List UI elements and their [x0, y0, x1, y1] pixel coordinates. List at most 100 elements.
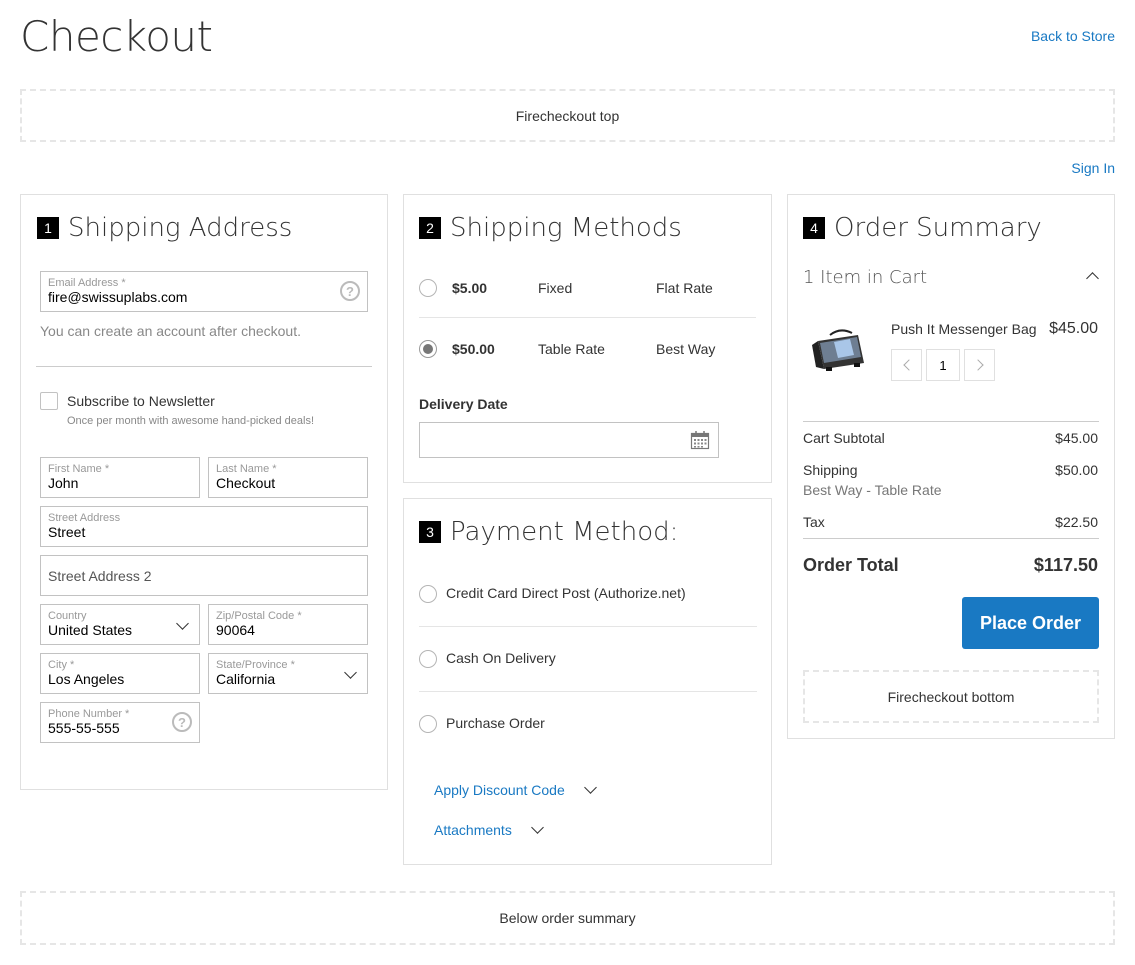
newsletter-label[interactable]: Subscribe to Newsletter: [67, 393, 215, 409]
order-summary-panel: 4 Order Summary 1 Item in Cart Push It M…: [787, 194, 1115, 739]
last-name-value: Checkout: [216, 475, 276, 491]
city-field[interactable]: City * Los Angeles: [40, 653, 200, 694]
firecheckout-bottom-block: Firecheckout bottom: [803, 670, 1099, 723]
payment-radio-cash-on-delivery[interactable]: [419, 650, 437, 668]
cart-subtotal-value: $45.00: [1055, 430, 1098, 446]
step-number: 2: [419, 217, 441, 239]
first-name-value: John: [48, 475, 79, 491]
product-image: [812, 329, 864, 371]
account-note: You can create an account after checkout…: [40, 323, 301, 339]
city-value: Los Angeles: [48, 671, 125, 687]
divider: [419, 317, 756, 318]
attachments-link[interactable]: Attachments: [434, 822, 512, 838]
shipping-method-name: Table Rate: [538, 341, 605, 357]
phone-label: Phone Number *: [48, 708, 130, 720]
chevron-up-icon[interactable]: [1086, 272, 1099, 285]
calendar-icon[interactable]: [690, 430, 710, 450]
order-total-label: Order Total: [803, 555, 899, 575]
chevron-left-icon: [902, 359, 915, 371]
product-price: $45.00: [1049, 320, 1098, 337]
shipping-address-heading: 1 Shipping Address: [37, 213, 292, 243]
state-select[interactable]: State/Province * California: [208, 653, 368, 694]
zip-field[interactable]: Zip/Postal Code * 90064: [208, 604, 368, 645]
country-value: United States: [48, 622, 133, 638]
street-2-field[interactable]: Street Address 2: [40, 555, 368, 596]
delivery-date-label: Delivery Date: [419, 396, 508, 412]
cart-subtotal-label: Cart Subtotal: [803, 430, 885, 446]
help-icon[interactable]: ?: [172, 712, 192, 732]
street-field[interactable]: Street Address Street: [40, 506, 368, 547]
delivery-date-input[interactable]: [419, 422, 719, 458]
country-label: Country: [48, 610, 87, 622]
country-select[interactable]: Country United States: [40, 604, 200, 645]
payment-option-label[interactable]: Cash On Delivery: [446, 650, 556, 666]
order-total-value: $117.50: [1033, 555, 1098, 575]
firecheckout-top-block: Firecheckout top: [20, 89, 1115, 142]
street-label: Street Address: [48, 512, 121, 524]
shipping-methods-title: Shipping Methods: [450, 213, 682, 243]
apply-discount-code-link[interactable]: Apply Discount Code: [434, 782, 565, 798]
product-name[interactable]: Push It Messenger Bag: [891, 321, 1037, 337]
newsletter-checkbox[interactable]: [40, 392, 58, 410]
place-order-button[interactable]: Place Order: [962, 597, 1099, 649]
street-value: Street: [48, 524, 86, 540]
shipping-methods-heading: 2 Shipping Methods: [419, 213, 682, 243]
last-name-label: Last Name *: [216, 463, 277, 475]
payment-radio-purchase-order[interactable]: [419, 715, 437, 733]
email-value: fire@swissuplabs.com: [48, 289, 188, 305]
qty-increase-button[interactable]: [964, 349, 995, 381]
payment-method-heading: 3 Payment Method:: [419, 517, 678, 547]
step-number: 1: [37, 217, 59, 239]
shipping-radio-table-rate[interactable]: [419, 340, 437, 358]
shipping-price: $50.00: [452, 341, 495, 357]
qty-input[interactable]: 1: [926, 349, 960, 381]
divider: [803, 538, 1099, 539]
shipping-address-panel: 1 Shipping Address Email Address * fire@…: [20, 194, 388, 790]
payment-option-label[interactable]: Purchase Order: [446, 715, 545, 731]
payment-option-label[interactable]: Credit Card Direct Post (Authorize.net): [446, 585, 686, 601]
email-label: Email Address *: [48, 277, 126, 289]
shipping-method-name: Fixed: [538, 280, 573, 296]
tax-value: $22.50: [1055, 514, 1098, 530]
shipping-radio-flat-rate[interactable]: [419, 279, 437, 297]
street-2-placeholder: Street Address 2: [48, 567, 152, 584]
help-icon[interactable]: ?: [340, 281, 360, 301]
shipping-address-title: Shipping Address: [68, 213, 293, 243]
city-label: City *: [48, 659, 75, 671]
state-value: California: [216, 671, 276, 687]
email-field[interactable]: Email Address * fire@swissuplabs.com ?: [40, 271, 368, 312]
items-in-cart[interactable]: 1 Item in Cart: [803, 267, 927, 288]
qty-decrease-button[interactable]: [891, 349, 922, 381]
shipping-method-summary: Best Way - Table Rate: [803, 482, 942, 498]
back-to-store-link[interactable]: Back to Store: [1031, 28, 1115, 44]
phone-field[interactable]: Phone Number * 555-55-555 ?: [40, 702, 200, 743]
divider: [419, 691, 757, 692]
chevron-down-icon[interactable]: [584, 781, 597, 794]
shipping-carrier-name: Best Way: [656, 341, 716, 357]
payment-method-title: Payment Method:: [450, 517, 679, 547]
first-name-field[interactable]: First Name * John: [40, 457, 200, 498]
chevron-right-icon: [971, 359, 984, 371]
divider: [36, 366, 372, 367]
newsletter-note: Once per month with awesome hand-picked …: [67, 415, 315, 427]
order-summary-heading: 4 Order Summary: [803, 213, 1042, 243]
shipping-label: Shipping: [803, 462, 858, 478]
payment-method-panel: 3 Payment Method: Credit Card Direct Pos…: [403, 498, 772, 865]
shipping-carrier-name: Flat Rate: [656, 280, 713, 296]
first-name-label: First Name *: [48, 463, 110, 475]
zip-value: 90064: [216, 622, 255, 638]
step-number: 3: [419, 521, 441, 543]
phone-value: 555-55-555: [48, 720, 120, 736]
order-summary-title: Order Summary: [834, 213, 1042, 243]
state-label: State/Province *: [216, 659, 295, 671]
zip-label: Zip/Postal Code *: [216, 610, 302, 622]
below-order-summary-block: Below order summary: [20, 891, 1115, 945]
shipping-price: $5.00: [452, 280, 488, 296]
last-name-field[interactable]: Last Name * Checkout: [208, 457, 368, 498]
shipping-value: $50.00: [1055, 462, 1098, 478]
sign-in-link[interactable]: Sign In: [1071, 160, 1115, 176]
page-title: Checkout: [20, 12, 213, 61]
step-number: 4: [803, 217, 825, 239]
chevron-down-icon[interactable]: [531, 821, 544, 834]
payment-radio-authorize-net[interactable]: [419, 585, 437, 603]
